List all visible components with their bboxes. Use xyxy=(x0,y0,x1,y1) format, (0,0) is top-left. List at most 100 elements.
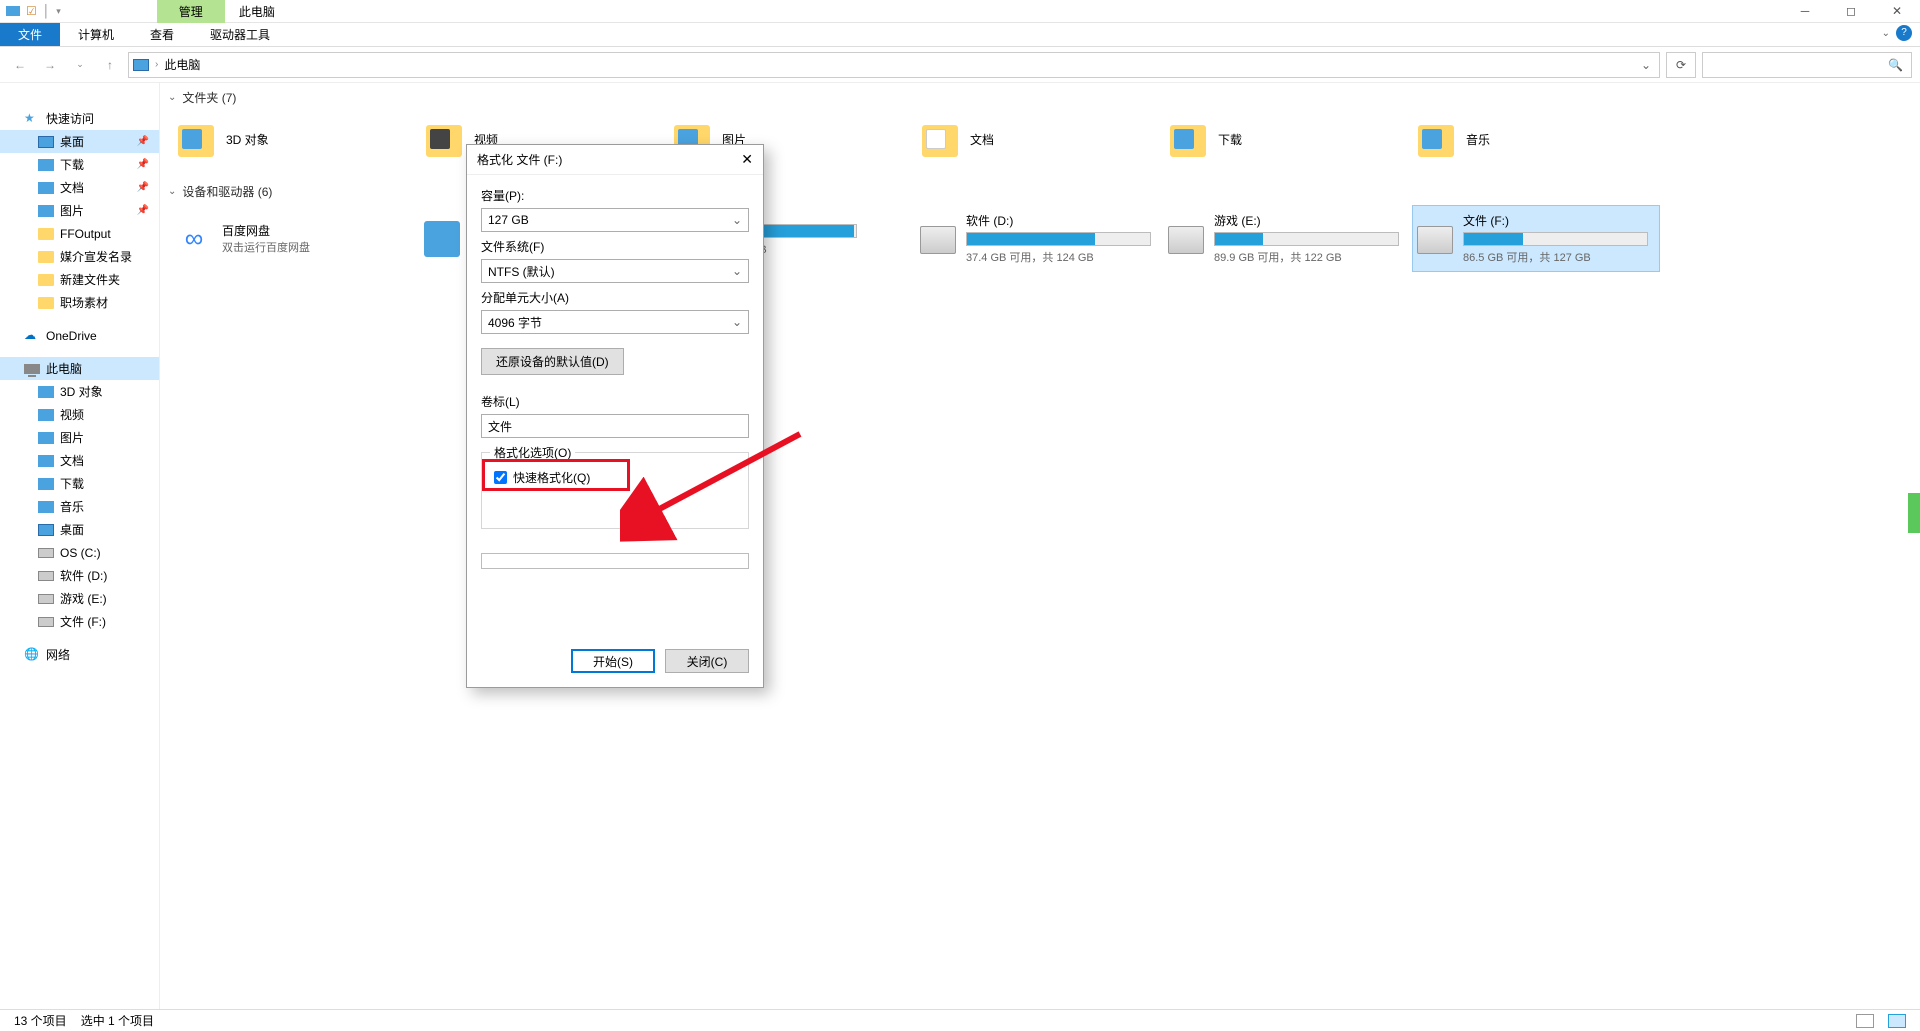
sidebar-item-label: 图片 xyxy=(60,429,84,446)
sidebar-ffoutput[interactable]: FFOutput xyxy=(0,222,159,245)
sidebar-gamee[interactable]: 游戏 (E:) xyxy=(0,587,159,610)
sidebar-desktop[interactable]: 桌面📌 xyxy=(0,130,159,153)
sidebar-desktop2[interactable]: 桌面 xyxy=(0,518,159,541)
drive-d[interactable]: 软件 (D:) 37.4 GB 可用，共 124 GB xyxy=(916,205,1164,272)
sidebar-osc[interactable]: OS (C:) xyxy=(0,541,159,564)
format-options-fieldset: 格式化选项(O) 快速格式化(Q) xyxy=(481,452,749,529)
view-tab[interactable]: 查看 xyxy=(132,23,192,46)
ribbon-help: ⌄ ? xyxy=(1882,25,1912,41)
close-button[interactable]: ✕ xyxy=(1874,0,1920,23)
scrollbar-indicator[interactable] xyxy=(1908,493,1920,533)
sidebar-media[interactable]: 媒介宣发名录 xyxy=(0,245,159,268)
close-dialog-button[interactable]: 关闭(C) xyxy=(665,649,749,673)
file-tab[interactable]: 文件 xyxy=(0,23,60,46)
sidebar-thispc[interactable]: 此电脑 xyxy=(0,357,159,380)
folder-3d[interactable]: 3D 对象 xyxy=(172,111,420,167)
content-pane: ⌄ 文件夹 (7) 3D 对象 视频 图片 文档 下载 音乐 ⌄ 设备和驱动器 … xyxy=(160,83,1920,1009)
drives-group-label: 设备和驱动器 (6) xyxy=(182,183,272,200)
drive-tools-tab[interactable]: 驱动器工具 xyxy=(192,23,288,46)
folders-group-header[interactable]: ⌄ 文件夹 (7) xyxy=(160,83,1920,111)
dialog-close-button[interactable]: ✕ xyxy=(741,151,753,168)
filesystem-select[interactable]: NTFS (默认)⌄ xyxy=(481,259,749,283)
forward-button[interactable]: → xyxy=(38,53,62,77)
restore-defaults-button[interactable]: 还原设备的默认值(D) xyxy=(481,348,624,375)
cloud-icon: ☁ xyxy=(24,328,40,344)
allocation-select[interactable]: 4096 字节⌄ xyxy=(481,310,749,334)
computer-tab[interactable]: 计算机 xyxy=(60,23,132,46)
drive-sub: 37.4 GB 可用，共 124 GB xyxy=(966,249,1160,265)
breadcrumb-location[interactable]: 此电脑 xyxy=(164,56,200,73)
folder-music[interactable]: 音乐 xyxy=(1412,111,1660,167)
folder-label: 音乐 xyxy=(1466,131,1490,148)
explorer-icon xyxy=(6,6,20,16)
sidebar-item-label: 音乐 xyxy=(60,498,84,515)
pc-icon xyxy=(24,364,40,374)
dropdown-icon[interactable]: ▾ xyxy=(56,6,61,17)
sidebar-newfolder[interactable]: 新建文件夹 xyxy=(0,268,159,291)
documents-icon xyxy=(38,182,54,194)
drives-group-header[interactable]: ⌄ 设备和驱动器 (6) xyxy=(160,177,1920,205)
drive-baidu[interactable]: ∞ 百度网盘双击运行百度网盘 xyxy=(172,205,420,272)
sidebar-documents[interactable]: 文档📌 xyxy=(0,176,159,199)
phone-icon xyxy=(424,221,460,257)
documents-icon xyxy=(38,455,54,467)
folder-documents[interactable]: 文档 xyxy=(916,111,1164,167)
capacity-select[interactable]: 127 GB⌄ xyxy=(481,208,749,232)
search-field[interactable]: 🔍 xyxy=(1702,52,1912,78)
drive-label: 百度网盘 xyxy=(222,222,416,239)
sidebar-onedrive[interactable]: ☁OneDrive xyxy=(0,324,159,347)
sidebar-jobs[interactable]: 职场素材 xyxy=(0,291,159,314)
drive-icon xyxy=(1417,226,1453,254)
minimize-button[interactable]: ─ xyxy=(1782,0,1828,23)
sidebar-item-label: FFOutput xyxy=(60,227,111,241)
dialog-footer: 开始(S) 关闭(C) xyxy=(571,649,749,673)
check-icon[interactable]: ☑ xyxy=(26,4,37,18)
sidebar-downloads[interactable]: 下载📌 xyxy=(0,153,159,176)
address-field[interactable]: › 此电脑 ⌄ xyxy=(128,52,1660,78)
pin-icon: 📌 xyxy=(137,136,149,147)
sidebar-softd[interactable]: 软件 (D:) xyxy=(0,564,159,587)
refresh-button[interactable]: ⟳ xyxy=(1666,52,1696,78)
pin-icon: 📌 xyxy=(137,182,149,193)
sidebar-filef[interactable]: 文件 (F:) xyxy=(0,610,159,633)
drive-icon xyxy=(38,548,54,558)
drive-e[interactable]: 游戏 (E:) 89.9 GB 可用，共 122 GB xyxy=(1164,205,1412,272)
folder-label: 文档 xyxy=(970,131,994,148)
sidebar-item-label: 下载 xyxy=(60,475,84,492)
volume-label-input[interactable] xyxy=(481,414,749,438)
search-icon: 🔍 xyxy=(1888,58,1903,72)
drive-label: 软件 (D:) xyxy=(966,212,1160,229)
folder-downloads[interactable]: 下载 xyxy=(1164,111,1412,167)
up-button[interactable]: ↑ xyxy=(98,53,122,77)
sidebar-music[interactable]: 音乐 xyxy=(0,495,159,518)
address-dropdown-icon[interactable]: ⌄ xyxy=(1637,58,1655,72)
maximize-button[interactable]: ◻ xyxy=(1828,0,1874,23)
start-button[interactable]: 开始(S) xyxy=(571,649,655,673)
sidebar-3d[interactable]: 3D 对象 xyxy=(0,380,159,403)
sidebar-pictures2[interactable]: 图片 xyxy=(0,426,159,449)
expand-ribbon-icon[interactable]: ⌄ xyxy=(1882,28,1890,39)
sidebar-downloads2[interactable]: 下载 xyxy=(0,472,159,495)
recent-dropdown[interactable]: ⌄ xyxy=(68,53,92,77)
baidu-icon: ∞ xyxy=(185,223,204,254)
drive-sub: 双击运行百度网盘 xyxy=(222,239,416,255)
title-bar: ☑ │ ▾ 管理 此电脑 ─ ◻ ✕ xyxy=(0,0,1920,23)
quick-access-header[interactable]: ★ 快速访问 xyxy=(0,107,159,130)
star-icon: ★ xyxy=(24,111,40,127)
sidebar-videos[interactable]: 视频 xyxy=(0,403,159,426)
window-title: 此电脑 xyxy=(225,0,289,23)
sidebar-network[interactable]: 🌐网络 xyxy=(0,643,159,666)
sidebar-pictures[interactable]: 图片📌 xyxy=(0,199,159,222)
tiles-view-button[interactable] xyxy=(1888,1014,1906,1028)
details-view-button[interactable] xyxy=(1856,1014,1874,1028)
quick-access-label: 快速访问 xyxy=(46,110,94,127)
pin-icon: 📌 xyxy=(137,159,149,170)
back-button[interactable]: ← xyxy=(8,53,32,77)
drive-f[interactable]: 文件 (F:) 86.5 GB 可用，共 127 GB xyxy=(1412,205,1660,272)
folder-icon xyxy=(38,297,54,309)
help-icon[interactable]: ? xyxy=(1896,25,1912,41)
sidebar-documents2[interactable]: 文档 xyxy=(0,449,159,472)
videos-icon xyxy=(424,119,464,159)
manage-context-tab[interactable]: 管理 xyxy=(157,0,225,23)
drive-icon xyxy=(920,226,956,254)
